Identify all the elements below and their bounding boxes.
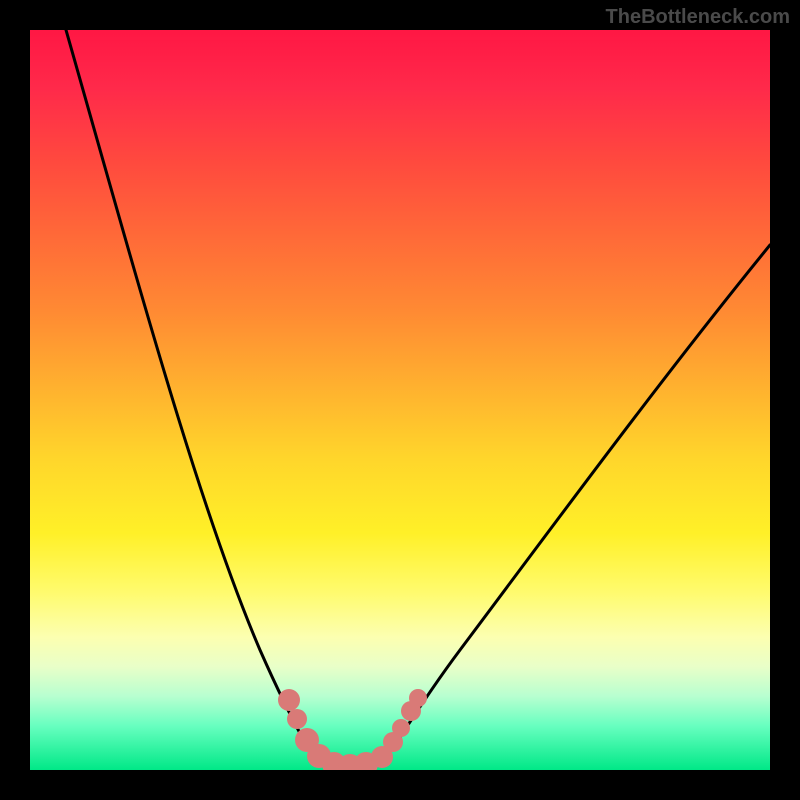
curve-right-curve	[380, 245, 770, 763]
plot-area	[30, 30, 770, 770]
chart-frame: TheBottleneck.com	[0, 0, 800, 800]
marker-point	[392, 719, 410, 737]
marker-point	[409, 689, 427, 707]
marker-point	[287, 709, 307, 729]
chart-svg	[30, 30, 770, 770]
watermark: TheBottleneck.com	[606, 6, 790, 29]
marker-point	[278, 689, 300, 711]
curve-left-curve	[66, 30, 325, 765]
